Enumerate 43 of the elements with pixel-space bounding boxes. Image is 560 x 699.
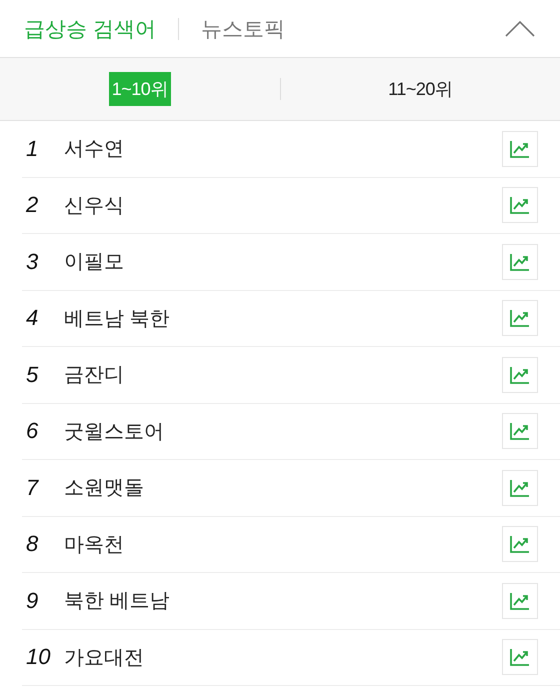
rank-number: 10 (25, 644, 52, 670)
line-chart-icon (510, 478, 530, 497)
keyword-link[interactable]: 금잔디 (64, 361, 124, 388)
trend-chart-button[interactable] (502, 470, 538, 506)
line-chart-icon (510, 252, 530, 271)
line-chart-icon (510, 196, 530, 214)
keyword-link[interactable]: 신우식 (64, 192, 124, 219)
line-chart-icon (510, 366, 530, 384)
trend-chart-button[interactable] (502, 413, 538, 450)
rank-number: 5 (25, 362, 40, 388)
keyword-link[interactable]: 굿윌스토어 (64, 418, 164, 445)
line-chart-icon (510, 648, 530, 666)
keyword-link[interactable]: 마옥천 (64, 530, 124, 558)
rank-number: 9 (25, 588, 40, 614)
trend-chart-button[interactable] (502, 244, 538, 280)
chevron-up-icon (505, 20, 535, 36)
trend-chart-button[interactable] (502, 526, 538, 562)
trend-chart-button[interactable] (502, 187, 538, 224)
rank-number: 6 (25, 418, 40, 444)
trend-chart-button[interactable] (502, 300, 538, 336)
line-chart-icon (510, 592, 530, 610)
rank-number: 2 (24, 192, 40, 218)
trend-chart-button[interactable] (502, 639, 538, 676)
rank-number: 3 (25, 248, 40, 275)
line-chart-icon (510, 535, 530, 554)
keyword-link[interactable]: 베트남 북한 (64, 304, 170, 332)
keyword-link[interactable]: 서수연 (64, 135, 124, 162)
line-chart-icon (510, 140, 530, 158)
tab[interactable]: 뉴스토픽 (200, 14, 285, 42)
keyword-link[interactable]: 소원맷돌 (64, 474, 144, 502)
keyword-link[interactable]: 가요대전 (64, 644, 144, 671)
range-tab[interactable]: 11~20위 (385, 72, 456, 106)
rank-number: 7 (25, 474, 40, 501)
keyword-link[interactable]: 이필모 (64, 248, 124, 276)
rank-number: 8 (25, 531, 40, 558)
rank-number: 4 (25, 305, 40, 332)
rank-number: 1 (25, 136, 40, 162)
trend-chart-button[interactable] (502, 582, 538, 619)
trend-chart-button[interactable] (502, 356, 538, 393)
line-chart-icon (510, 422, 530, 440)
line-chart-icon (510, 309, 530, 328)
trend-chart-button[interactable] (502, 130, 538, 167)
keyword-link[interactable]: 북한 베트남 (64, 587, 170, 614)
